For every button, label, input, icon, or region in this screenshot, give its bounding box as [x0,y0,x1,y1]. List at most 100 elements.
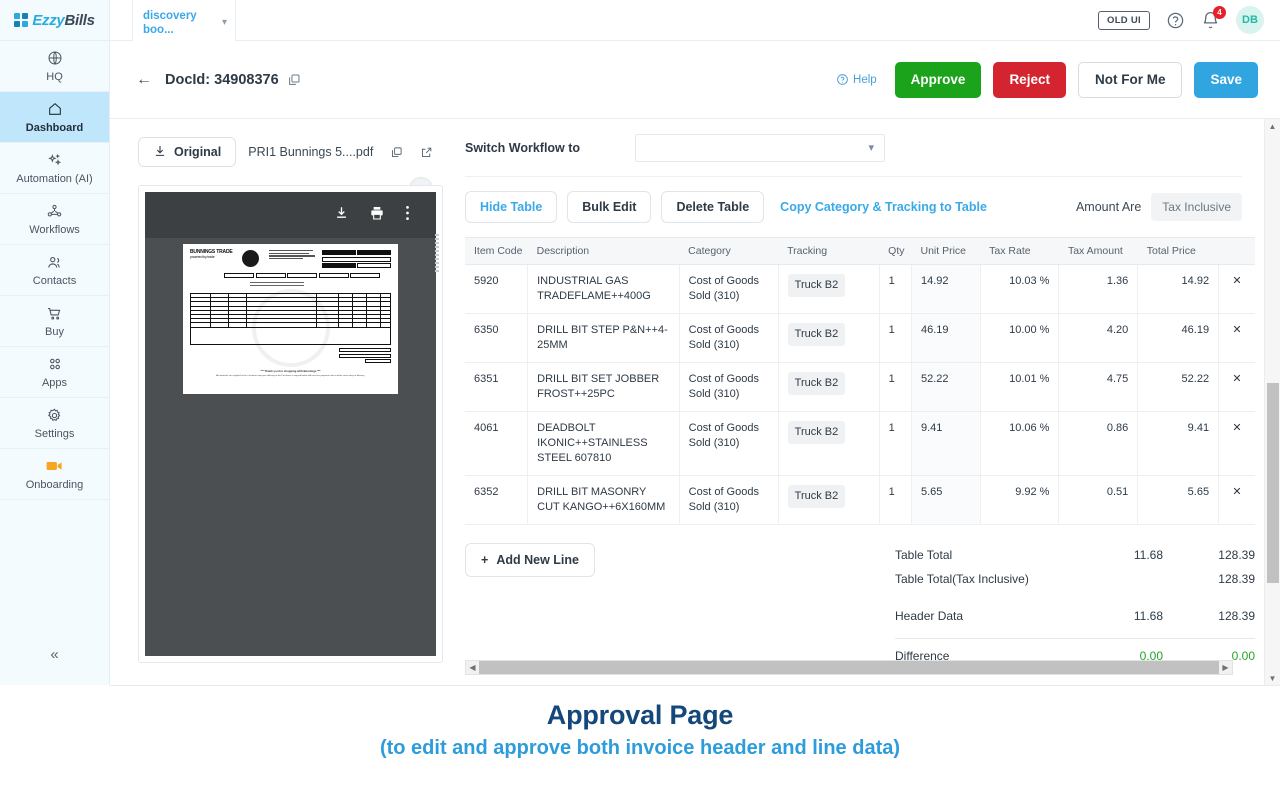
switch-workflow-select[interactable]: ▾ [635,133,885,162]
delete-row-button[interactable]: ✕ [1218,264,1255,314]
old-ui-button[interactable]: OLD UI [1098,10,1150,30]
cell-qty[interactable]: 1 [879,264,912,314]
pdf-viewer[interactable]: BUNNINGS TRADE powered by trade *** Than… [145,192,436,656]
cell-category[interactable]: Cost of Goods Sold (310) [679,411,779,476]
page-vertical-scrollbar[interactable]: ▲ ▼ [1264,119,1280,685]
table-row[interactable]: 6351 DRILL BIT SET JOBBER FROST++25PC Co… [465,362,1255,412]
vertical-scroll-track[interactable] [1265,133,1280,671]
sidebar-item-apps[interactable]: Apps [0,347,109,398]
tax-mode-chip[interactable]: Tax Inclusive [1151,193,1242,221]
cell-tracking[interactable]: Truck B2 [778,264,880,314]
scroll-right-arrow-icon[interactable]: ▶ [1219,663,1232,672]
cell-unit-price[interactable]: 9.41 [911,411,981,476]
cell-description[interactable]: INDUSTRIAL GAS TRADEFLAME++400G [527,264,680,314]
copy-category-tracking-link[interactable]: Copy Category & Tracking to Table [780,200,987,214]
save-button[interactable]: Save [1194,61,1258,98]
cell-unit-price[interactable]: 14.92 [911,264,981,314]
cell-description[interactable]: DRILL BIT MASONRY CUT KANGO++6X160MM [527,475,680,525]
sidebar-item-automation-ai[interactable]: Automation (AI) [0,143,109,194]
horizontal-scroll-thumb[interactable] [479,661,1219,674]
table-row[interactable]: 5920 INDUSTRIAL GAS TRADEFLAME++400G Cos… [465,264,1255,314]
delete-row-button[interactable]: ✕ [1218,411,1255,476]
table-horizontal-scrollbar[interactable]: ◀ ▶ [465,660,1233,675]
cell-total-price[interactable]: 9.41 [1137,411,1220,476]
cell-description[interactable]: DRILL BIT SET JOBBER FROST++25PC [527,362,680,412]
delete-row-button[interactable]: ✕ [1218,362,1255,412]
cell-tax-amount[interactable]: 1.36 [1058,264,1139,314]
cell-description[interactable]: DRILL BIT STEP P&N++4-25MM [527,313,680,363]
table-row[interactable]: 6352 DRILL BIT MASONRY CUT KANGO++6X160M… [465,475,1255,525]
workflow-selector-tab[interactable]: discovery boo... ▾ [132,0,236,46]
scroll-left-arrow-icon[interactable]: ◀ [466,663,479,672]
delete-table-button[interactable]: Delete Table [661,191,765,223]
tracking-chip[interactable]: Truck B2 [787,274,846,297]
cell-tracking[interactable]: Truck B2 [778,475,880,525]
cell-tax-rate[interactable]: 9.92 % [980,475,1060,525]
tracking-chip[interactable]: Truck B2 [787,421,846,444]
sidebar-item-dashboard[interactable]: Dashboard [0,92,109,143]
cell-item-code[interactable]: 5920 [465,264,529,314]
sidebar-collapse-button[interactable]: « [0,623,109,685]
copy-docid-icon[interactable] [287,73,301,87]
cell-qty[interactable]: 1 [879,411,912,476]
cell-item-code[interactable]: 6350 [465,313,529,363]
vertical-scroll-thumb[interactable] [1267,383,1279,583]
bulk-edit-button[interactable]: Bulk Edit [567,191,652,223]
table-row[interactable]: 6350 DRILL BIT STEP P&N++4-25MM Cost of … [465,313,1255,363]
cell-tax-amount[interactable]: 0.86 [1058,411,1139,476]
sidebar-item-hq[interactable]: HQ [0,41,109,92]
cell-qty[interactable]: 1 [879,475,912,525]
cell-tracking[interactable]: Truck B2 [778,411,880,476]
cell-category[interactable]: Cost of Goods Sold (310) [679,362,779,412]
cell-tax-amount[interactable]: 4.75 [1058,362,1139,412]
cell-tax-rate[interactable]: 10.00 % [980,313,1060,363]
pdf-resize-handle[interactable] [435,234,439,274]
cell-tracking[interactable]: Truck B2 [778,313,880,363]
brand-logo[interactable]: EzzyBills [0,0,110,40]
cell-tax-rate[interactable]: 10.03 % [980,264,1060,314]
cell-category[interactable]: Cost of Goods Sold (310) [679,264,779,314]
scroll-down-arrow-icon[interactable]: ▼ [1269,671,1277,685]
copy-filename-icon[interactable] [390,146,403,159]
pdf-download-icon[interactable] [334,205,349,225]
cell-unit-price[interactable]: 52.22 [911,362,981,412]
add-new-line-button[interactable]: + Add New Line [465,543,595,577]
cell-item-code[interactable]: 6352 [465,475,529,525]
tracking-chip[interactable]: Truck B2 [787,485,846,508]
external-link-icon[interactable] [420,146,433,159]
sidebar-item-contacts[interactable]: Contacts [0,245,109,296]
cell-category[interactable]: Cost of Goods Sold (310) [679,313,779,363]
cell-tax-rate[interactable]: 10.06 % [980,411,1060,476]
cell-item-code[interactable]: 4061 [465,411,529,476]
cell-total-price[interactable]: 52.22 [1137,362,1220,412]
table-row[interactable]: 4061 DEADBOLT IKONIC++STAINLESS STEEL 60… [465,411,1255,476]
cell-category[interactable]: Cost of Goods Sold (310) [679,475,779,525]
delete-row-button[interactable]: ✕ [1218,313,1255,363]
tracking-chip[interactable]: Truck B2 [787,323,846,346]
cell-unit-price[interactable]: 5.65 [911,475,981,525]
notifications-button[interactable]: 4 [1201,5,1226,30]
cell-total-price[interactable]: 5.65 [1137,475,1220,525]
tracking-chip[interactable]: Truck B2 [787,372,846,395]
hide-table-button[interactable]: Hide Table [465,191,558,223]
help-icon[interactable] [1166,11,1185,30]
cell-total-price[interactable]: 46.19 [1137,313,1220,363]
download-original-button[interactable]: Original [138,137,237,167]
avatar[interactable]: DB [1236,6,1264,34]
pdf-print-icon[interactable] [369,205,385,226]
cell-tax-amount[interactable]: 0.51 [1058,475,1139,525]
cell-tax-amount[interactable]: 4.20 [1058,313,1139,363]
cell-item-code[interactable]: 6351 [465,362,529,412]
scroll-up-arrow-icon[interactable]: ▲ [1269,119,1277,133]
cell-qty[interactable]: 1 [879,362,912,412]
sidebar-item-workflows[interactable]: Workflows [0,194,109,245]
cell-qty[interactable]: 1 [879,313,912,363]
pdf-more-options-icon[interactable] [405,205,410,226]
sidebar-item-buy[interactable]: Buy [0,296,109,347]
sidebar-item-onboarding[interactable]: Onboarding [0,449,109,500]
not-for-me-button[interactable]: Not For Me [1077,61,1183,98]
approve-button[interactable]: Approve [894,61,982,98]
cell-tracking[interactable]: Truck B2 [778,362,880,412]
cell-unit-price[interactable]: 46.19 [911,313,981,363]
delete-row-button[interactable]: ✕ [1218,475,1255,525]
